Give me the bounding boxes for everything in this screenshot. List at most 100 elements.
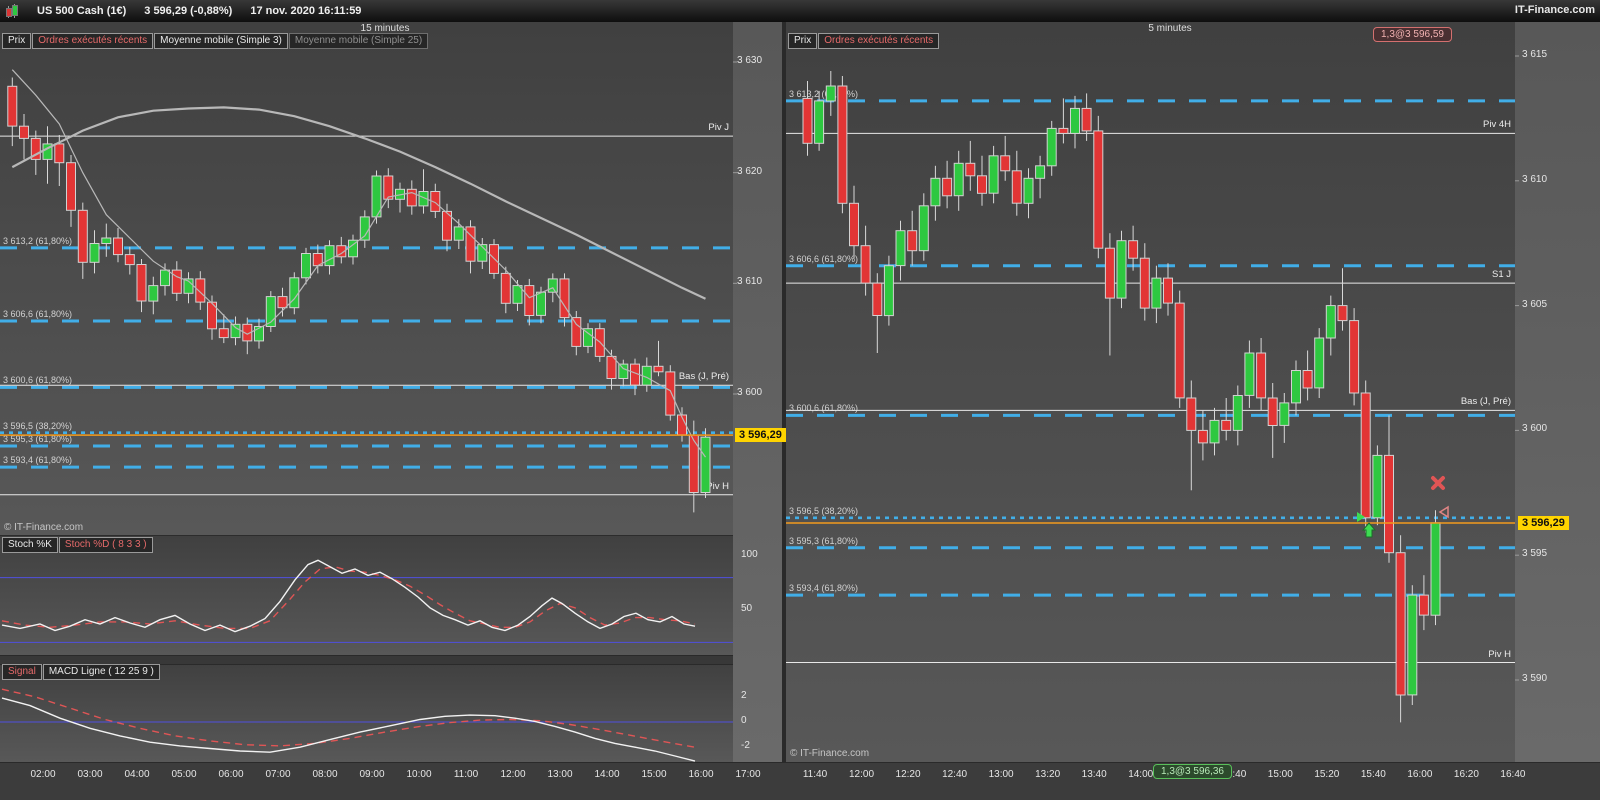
time-axis-tick: 16:40 bbox=[1500, 769, 1526, 780]
candle-up bbox=[89, 243, 100, 263]
candle-up bbox=[814, 100, 825, 144]
legend-item-signal[interactable]: Signal bbox=[2, 664, 42, 680]
time-axis-tick: 13:00 bbox=[988, 769, 1014, 780]
candle-down bbox=[688, 434, 699, 493]
stoch-plot bbox=[0, 559, 733, 643]
candle-up bbox=[953, 162, 964, 197]
candle-down bbox=[860, 245, 871, 284]
time-axis-tick: 15:00 bbox=[641, 769, 667, 780]
candle-down bbox=[124, 254, 135, 266]
candle-up bbox=[1232, 395, 1243, 431]
candle-down bbox=[1186, 397, 1197, 431]
pending-order-badge[interactable]: 1,3@3 596,59 bbox=[1373, 27, 1452, 42]
last-price: 3 596,29 (-0,88%) bbox=[144, 5, 233, 17]
price-axis-tick: 3 630 bbox=[737, 55, 763, 66]
legend-item-prix[interactable]: Prix bbox=[788, 33, 818, 49]
legend-item-macd-ligne-12-25-9-[interactable]: MACD Ligne ( 12 25 9 ) bbox=[42, 664, 160, 680]
right-price-plot bbox=[786, 71, 1515, 723]
time-axis-tick: 14:00 bbox=[594, 769, 620, 780]
candle-down bbox=[66, 162, 76, 211]
candle-up bbox=[1291, 370, 1301, 404]
time-axis-tick: 11:00 bbox=[453, 769, 479, 780]
left-current-price-tag: 3 596,29 bbox=[735, 428, 786, 442]
time-axis-tick: 09:00 bbox=[359, 769, 385, 780]
candle-down bbox=[277, 296, 288, 309]
price-axis-tick: 3 620 bbox=[737, 165, 763, 177]
legend-item-moyenne-mobile-simple-25-[interactable]: Moyenne mobile (Simple 25) bbox=[288, 33, 429, 49]
candle-up bbox=[1314, 337, 1325, 389]
candle-down bbox=[1081, 107, 1092, 132]
legend-item-stoch-%d-8-3-3-[interactable]: Stoch %D ( 8 3 3 ) bbox=[58, 537, 153, 553]
candle-down bbox=[1267, 397, 1278, 426]
filled-order-badge[interactable]: 1,3@3 596,36 bbox=[1153, 764, 1232, 779]
candle-down bbox=[837, 85, 848, 204]
candle-up bbox=[536, 291, 546, 316]
time-axis-tick: 05:00 bbox=[171, 769, 197, 780]
candle-up bbox=[1372, 454, 1383, 519]
candle-down bbox=[136, 264, 147, 302]
time-axis-tick: 16:00 bbox=[1407, 769, 1433, 780]
candles bbox=[802, 71, 1441, 723]
candle-down bbox=[1197, 429, 1208, 444]
time-axis-tick: 12:40 bbox=[942, 769, 968, 780]
time-axis-tick: 08:00 bbox=[312, 769, 338, 780]
candle-up bbox=[895, 230, 906, 267]
time-axis-tick: 13:20 bbox=[1035, 769, 1061, 780]
legend-item-stoch-%k[interactable]: Stoch %K bbox=[2, 537, 58, 553]
candle-up bbox=[988, 155, 999, 194]
legend-item-moyenne-mobile-simple-3-[interactable]: Moyenne mobile (Simple 3) bbox=[154, 33, 288, 49]
candle-down bbox=[113, 237, 123, 256]
candlestick-icon bbox=[5, 4, 19, 18]
price-axis-tick: 3 600 bbox=[1522, 423, 1548, 435]
time-axis[interactable] bbox=[0, 762, 1600, 800]
candle-up bbox=[1151, 277, 1162, 309]
legend-item-ordres-ex-cut-s-r-cents[interactable]: Ordres exécutés récents bbox=[818, 33, 940, 49]
macd-plot-main bbox=[1, 697, 696, 762]
candle-down bbox=[54, 143, 65, 164]
candle-up bbox=[618, 363, 629, 380]
candle-down bbox=[907, 230, 918, 252]
close-position-marker[interactable] bbox=[1431, 476, 1445, 490]
candle-down bbox=[1360, 392, 1371, 519]
time-axis-tick: 04:00 bbox=[124, 769, 150, 780]
time-axis-tick: 03:00 bbox=[77, 769, 103, 780]
candle-up bbox=[324, 245, 335, 267]
legend-item-prix[interactable]: Prix bbox=[2, 33, 32, 49]
time-axis-tick: 17:00 bbox=[735, 769, 761, 780]
buy-arrow-marker[interactable] bbox=[1361, 522, 1377, 538]
title-bar: US 500 Cash (1€) 3 596,29 (-0,88%) 17 no… bbox=[0, 0, 1600, 22]
candle-up bbox=[1407, 594, 1418, 696]
candle-down bbox=[1418, 594, 1429, 616]
candle-down bbox=[1337, 305, 1348, 322]
exit-marker bbox=[1438, 505, 1449, 519]
legend-item-ordres-ex-cut-s-r-cents[interactable]: Ordres exécutés récents bbox=[32, 33, 154, 49]
candle-down bbox=[1221, 419, 1232, 431]
time-axis-tick: 16:00 bbox=[688, 769, 714, 780]
candle-down bbox=[571, 317, 582, 347]
indicator-axis-tick: 2 bbox=[741, 689, 747, 701]
candle-up bbox=[930, 177, 941, 207]
indicator-axis-tick: 50 bbox=[741, 603, 753, 614]
watermark: © IT-Finance.com bbox=[790, 748, 870, 759]
candle-down bbox=[849, 202, 859, 247]
candle-up bbox=[883, 265, 894, 317]
candle-down bbox=[1128, 240, 1139, 259]
candle-up bbox=[1244, 352, 1255, 396]
candle-down bbox=[1093, 130, 1104, 249]
time-axis-tick: 15:00 bbox=[1267, 769, 1293, 780]
candle-down bbox=[1384, 454, 1394, 554]
candle-down bbox=[218, 328, 229, 339]
candle-down bbox=[1174, 302, 1185, 399]
price-axis-tick: 3 610 bbox=[1522, 173, 1548, 185]
stoch-plot-signal bbox=[1, 566, 696, 630]
candle-up bbox=[547, 278, 558, 293]
stoch-plot-main bbox=[1, 559, 696, 633]
indicator-axis-tick: 0 bbox=[741, 715, 747, 726]
candle-up bbox=[1279, 402, 1290, 426]
time-axis-tick: 06:00 bbox=[218, 769, 244, 780]
candle-down bbox=[872, 282, 883, 317]
time-axis-tick: 15:20 bbox=[1314, 769, 1340, 780]
indicator-axis-tick: 100 bbox=[741, 549, 758, 560]
candle-down bbox=[802, 97, 813, 144]
candle-down bbox=[383, 175, 394, 200]
